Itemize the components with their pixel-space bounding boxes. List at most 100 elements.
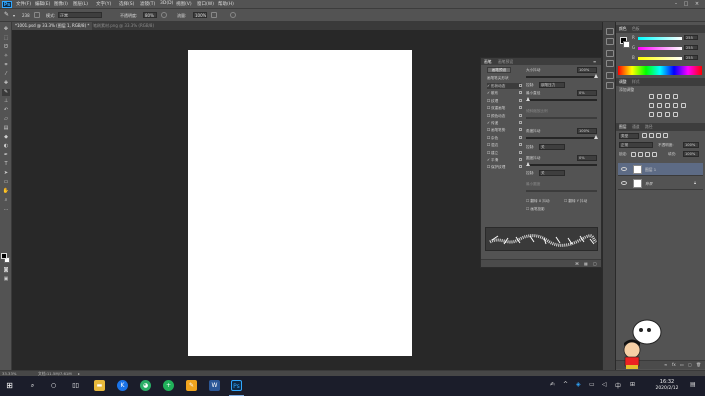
brush-option-item[interactable]: ✓形状动态 [487, 83, 522, 89]
tab-document-inactive[interactable]: 笔刷素材.png @ 33.3% (RGB/8) [90, 22, 157, 30]
quick-mask-icon[interactable]: ◙ [2, 267, 10, 274]
tab-styles[interactable]: 样式 [632, 79, 640, 85]
lasso-tool-icon[interactable]: ᘎ [2, 44, 10, 51]
filter-shape-icon[interactable] [663, 133, 668, 138]
history-icon[interactable] [606, 28, 614, 35]
brush-option-item[interactable]: ☐杂色 [487, 135, 522, 141]
brush-icon[interactable] [606, 50, 614, 57]
brush-option-item[interactable]: ☐湿边 [487, 142, 522, 148]
menu-3d[interactable]: 3D(D) [160, 1, 173, 6]
layer-row[interactable]: 图层 1 [618, 163, 703, 176]
maximize-button[interactable]: □ [682, 1, 690, 8]
tab-swatches[interactable]: 色板 [632, 26, 640, 32]
word-icon[interactable]: W [209, 380, 220, 391]
new-preset-icon[interactable]: ▢ [593, 261, 597, 266]
brush-option-item[interactable]: ☐建立 [487, 150, 522, 156]
tip-shape-title[interactable]: 画笔笔尖形状 [487, 76, 509, 81]
minimize-button[interactable]: – [672, 1, 680, 8]
hue-saturation-icon[interactable] [657, 103, 662, 108]
brush-presets-button[interactable]: 画笔预设 [487, 67, 511, 73]
browser-icon[interactable]: K [117, 380, 128, 391]
levels-icon[interactable] [657, 94, 662, 99]
lock-icon[interactable] [519, 84, 522, 87]
filter-adjust-icon[interactable] [649, 133, 654, 138]
brush-option-item[interactable]: ☐画笔笔势 [487, 127, 522, 133]
quick-select-tool-icon[interactable]: ✧ [2, 53, 10, 60]
filter-pixel-icon[interactable] [642, 133, 647, 138]
curves-icon[interactable] [665, 94, 670, 99]
channel-r-slider[interactable] [638, 37, 682, 40]
menu-type[interactable]: 文字(Y) [96, 1, 111, 7]
zoom-tool-icon[interactable]: ⌕ [2, 197, 10, 204]
tab-color[interactable]: 颜色 [619, 26, 627, 32]
search-icon[interactable]: ⌕ [27, 380, 38, 391]
menu-window[interactable]: 窗口(W) [197, 1, 214, 7]
eye-icon[interactable] [621, 181, 627, 185]
roundness-jitter-slider[interactable] [526, 162, 597, 166]
move-tool-icon[interactable]: ✥ [2, 26, 10, 33]
windows-start-icon[interactable]: ⊞ [4, 380, 15, 391]
lock-paint-icon[interactable] [638, 152, 643, 157]
fill-input[interactable]: 100% [683, 151, 699, 157]
history-brush-tool-icon[interactable]: ↶ [2, 107, 10, 114]
flow-input[interactable]: 100% [193, 12, 207, 18]
menu-view[interactable]: 视图(V) [176, 1, 192, 7]
tab-document-active[interactable]: *1001.psd @ 33.3% (图层 1, RGB/8) * [12, 22, 93, 30]
brush-option-item[interactable]: ✓平滑 [487, 157, 522, 163]
exposure-icon[interactable] [673, 94, 678, 99]
lock-icon[interactable] [519, 135, 522, 139]
dodge-tool-icon[interactable]: ◐ [2, 143, 10, 150]
lock-position-icon[interactable] [645, 152, 650, 157]
brush-option-item[interactable]: ☐保护纹理 [487, 164, 522, 170]
brush-panel-toggle-icon[interactable] [34, 12, 40, 18]
color-panel-background[interactable] [623, 41, 630, 48]
eraser-tool-icon[interactable]: ▱ [2, 116, 10, 123]
channel-b-slider[interactable] [638, 57, 682, 60]
slider-knob[interactable] [594, 135, 598, 139]
new-group-icon[interactable]: ▭ [680, 362, 684, 367]
airbrush-icon[interactable] [211, 12, 217, 18]
tab-brush-presets[interactable]: 画笔预设 [498, 59, 513, 65]
roundness-control-select[interactable]: 关 [539, 170, 565, 176]
properties-icon[interactable] [606, 38, 614, 45]
type-tool-icon[interactable]: T [2, 161, 10, 168]
ime-icon[interactable]: 中 [615, 381, 621, 390]
app-plus-icon[interactable]: + [163, 380, 174, 391]
layer-kind-filter[interactable]: 类型 [619, 133, 639, 139]
slider-knob[interactable] [594, 74, 598, 78]
channel-r-value[interactable]: 255 [684, 35, 698, 40]
photo-filter-icon[interactable] [681, 103, 686, 108]
channel-g-value[interactable]: 255 [684, 45, 698, 50]
clock-date[interactable]: 2020/2/12 [650, 386, 684, 391]
brush-option-item[interactable]: ☐纹理 [487, 98, 522, 104]
brush-tool-icon[interactable]: ✎ [2, 89, 10, 96]
brush-presets-icon[interactable] [606, 60, 614, 67]
hand-tool-icon[interactable]: ✋ [2, 188, 10, 195]
pen-workspace-icon[interactable]: ✍ [550, 381, 555, 388]
character-icon[interactable] [606, 72, 614, 79]
brush-option-item[interactable]: ✓散布 [487, 90, 522, 96]
eyedropper-tool-icon[interactable]: ⁄ [2, 71, 10, 78]
trash-icon[interactable]: 🗑︎ [696, 362, 701, 367]
channel-b-value[interactable]: 255 [684, 55, 698, 60]
cortana-icon[interactable]: ○ [48, 380, 59, 391]
lock-icon[interactable] [519, 158, 522, 161]
foreground-color-swatch[interactable] [1, 253, 7, 259]
notifications-icon[interactable]: ▤ [690, 381, 696, 388]
fx-icon[interactable]: fx [672, 362, 676, 367]
document-canvas[interactable] [188, 50, 412, 356]
healing-tool-icon[interactable]: ✚ [2, 80, 10, 87]
invert-icon[interactable] [649, 112, 654, 117]
black-white-icon[interactable] [673, 103, 678, 108]
threshold-icon[interactable] [665, 112, 670, 117]
control-select[interactable]: 钢笔压力 [539, 82, 565, 88]
layer-row[interactable]: 背景 🔒︎ [618, 177, 703, 190]
chevron-down-icon[interactable]: ▾ [13, 13, 15, 18]
brightness-icon[interactable] [649, 94, 654, 99]
more-tools-icon[interactable]: … [2, 206, 10, 213]
channel-g-slider[interactable] [638, 47, 682, 50]
color-balance-icon[interactable] [665, 103, 670, 108]
menu-help[interactable]: 帮助(H) [218, 1, 234, 7]
link-layers-icon[interactable]: ∞ [664, 362, 667, 367]
lock-all-icon[interactable] [652, 152, 657, 157]
